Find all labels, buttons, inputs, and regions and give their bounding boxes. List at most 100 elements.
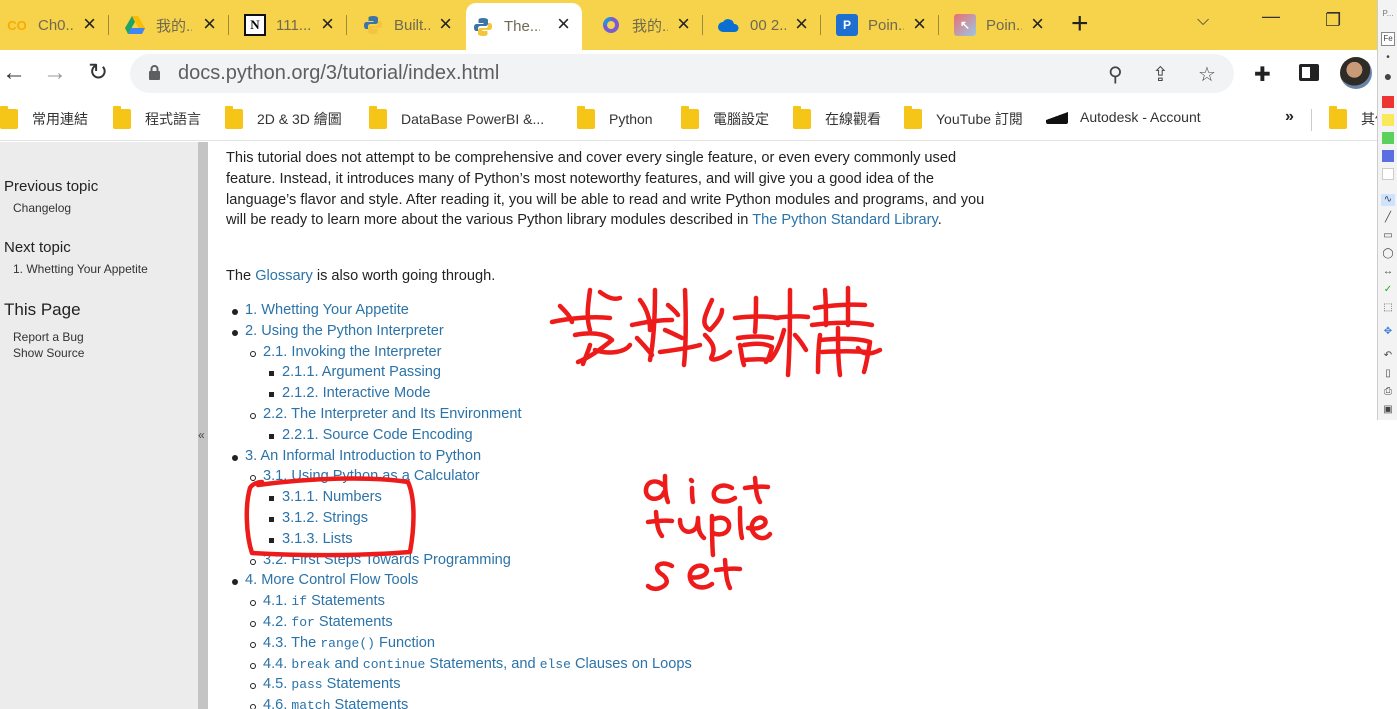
toc-link[interactable]: 4.4. break and continue Statements, and … [263,656,692,672]
bookmark-star-icon[interactable]: ☆ [1198,62,1216,87]
toc-link[interactable]: 2.2. The Interpreter and Its Environment [263,406,522,422]
blue-color-swatch[interactable] [1382,150,1394,162]
tab-drive[interactable]: 我的... × [118,0,229,50]
pen-size-icon[interactable]: ● [1381,69,1395,83]
toc-link[interactable]: 2. Using the Python Interpreter [245,323,444,339]
undo-icon[interactable]: ↶ [1381,350,1395,362]
close-tab-icon[interactable]: × [557,13,570,35]
divider [1311,109,1312,131]
glossary-link[interactable]: Glossary [255,268,313,284]
tab-python-builtins[interactable]: Built... × [356,0,464,50]
restore-icon[interactable]: ❐ [1325,10,1341,31]
close-tab-icon[interactable]: × [321,13,334,35]
next-topic-link[interactable]: 1. Whetting Your Appetite [13,262,148,276]
address-bar[interactable]: docs.python.org/3/tutorial/index.html ⚲ … [130,54,1234,93]
ellipse-icon[interactable]: ◯ [1381,248,1395,260]
toc-link[interactable]: 2.1. Invoking the Interpreter [263,344,441,360]
pointer-app-icon: ↖ [954,14,976,36]
toc-link[interactable]: 3.1. Using Python as a Calculator [263,468,480,484]
annotation-tab[interactable]: Fe [1381,32,1395,46]
toc-link[interactable]: 3.1.1. Numbers [282,489,382,505]
yellow-color-swatch[interactable] [1382,114,1394,126]
back-icon[interactable]: ← [2,60,26,86]
minimize-icon[interactable]: — [1262,6,1280,27]
toc-link[interactable]: 4.3. The range() Function [263,635,435,651]
bookmark-folder[interactable]: DataBase PowerBI &... [369,106,544,129]
side-panel-icon[interactable] [1299,64,1319,81]
bullet-icon [250,704,256,709]
python-standard-library-link[interactable]: The Python Standard Library [752,212,938,228]
tab-title: 111... [276,16,312,34]
dot-icon[interactable]: • [1381,52,1395,64]
red-color-swatch[interactable] [1382,96,1394,108]
toc-link[interactable]: 4.2. for Statements [263,614,393,630]
bookmark-folder[interactable]: YouTube 訂閱 [904,106,1023,129]
white-color-swatch[interactable] [1382,168,1394,180]
this-page-heading: This Page [4,300,81,319]
arrow-icon[interactable]: ↔ [1381,266,1395,278]
tab-pointer[interactable]: ↖ Poin... × [948,0,1056,50]
toc-link[interactable]: 4.6. match Statements [263,697,408,709]
close-tab-icon[interactable]: × [439,13,452,35]
tab-search-chevron-icon[interactable]: ⌵ [1197,12,1209,30]
autodesk-icon [1046,110,1068,124]
bookmark-folder[interactable]: 在線觀看 [793,106,881,129]
close-tab-icon[interactable]: × [795,13,808,35]
bookmark-folder[interactable]: 2D & 3D 繪圖 [225,106,342,129]
close-tab-icon[interactable]: × [1031,13,1044,35]
close-tab-icon[interactable]: × [677,13,690,35]
select-area-icon[interactable]: ⬚ [1381,302,1395,314]
tab-notion[interactable]: N 111... × [238,0,347,50]
toc-link[interactable]: 4.5. pass Statements [263,676,401,692]
lock-icon[interactable] [148,64,161,81]
sidebar-collapse-button[interactable]: « [198,142,208,709]
share-icon[interactable]: ⇪ [1152,62,1169,87]
forward-icon[interactable]: → [43,60,67,86]
green-color-swatch[interactable] [1382,132,1394,144]
bookmark-folder[interactable]: 常用連結 [0,106,88,129]
more-bookmarks-chevron-icon[interactable]: » [1285,108,1294,126]
tab-python-tutorial[interactable]: The... × [466,3,582,50]
bookmark-folder[interactable]: 電腦設定 [681,106,769,129]
check-icon[interactable]: ✓ [1381,284,1395,296]
avatar[interactable] [1340,57,1372,89]
bookmark-folder[interactable]: 程式語言 [113,106,201,129]
move-icon[interactable]: ✥ [1381,326,1395,338]
toc-link[interactable]: 4.1. if Statements [263,593,385,609]
page-icon[interactable]: ▯ [1381,368,1395,380]
rectangle-icon[interactable]: ▭ [1381,230,1395,242]
new-tab-button[interactable]: + [1071,9,1089,39]
extensions-icon[interactable]: ✚ [1254,62,1271,87]
toc-link[interactable]: 3.2. First Steps Towards Programming [263,552,511,568]
close-tab-icon[interactable]: × [913,13,926,35]
print-icon[interactable]: ⎙ [1381,386,1395,398]
toc-link[interactable]: 1. Whetting Your Appetite [245,302,409,318]
freehand-icon[interactable]: ∿ [1381,194,1395,206]
toc-link[interactable]: 3.1.3. Lists [282,531,353,547]
toc-link[interactable]: 4. More Control Flow Tools [245,572,418,588]
toc-link[interactable]: 3. An Informal Introduction to Python [245,448,481,464]
tab-title: 00 2... [750,16,786,34]
toc-link[interactable]: 3.1.2. Strings [282,510,368,526]
microsoft-365-icon [600,14,622,36]
report-bug-link[interactable]: Report a Bug [13,330,84,344]
show-source-link[interactable]: Show Source [13,346,84,360]
tab-microsoft[interactable]: 我的... × [594,0,703,50]
toc-link[interactable]: 2.1.1. Argument Passing [282,364,441,380]
line-icon[interactable]: ╱ [1381,212,1395,224]
close-tab-icon[interactable]: × [203,13,216,35]
toc-link[interactable]: 2.2.1. Source Code Encoding [282,427,473,443]
bookmark-folder[interactable]: Python [577,106,653,129]
zoom-icon[interactable]: ⚲ [1108,62,1123,87]
reload-icon[interactable]: ↻ [88,60,108,86]
close-tab-icon[interactable]: × [83,13,96,35]
toc-link[interactable]: 2.1.2. Interactive Mode [282,385,430,401]
bookmark-autodesk[interactable]: Autodesk - Account [1046,109,1201,125]
screen-icon[interactable]: ▣ [1381,404,1395,416]
tab-colab[interactable]: CO Ch0... × [0,0,109,50]
onedrive-icon [718,14,740,36]
previous-topic-link[interactable]: Changelog [13,201,71,215]
bullet-icon [269,496,274,502]
tab-onedrive[interactable]: 00 2... × [712,0,821,50]
tab-powerpoint[interactable]: P Poin... × [830,0,939,50]
